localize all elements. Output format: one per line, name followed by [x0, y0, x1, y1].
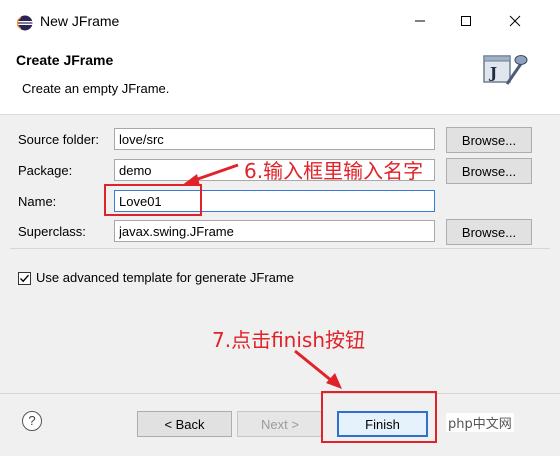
annotation-step6: 6.输入框里输入名字: [244, 159, 424, 183]
checkmark-icon: [20, 274, 30, 283]
page-description: Create an empty JFrame.: [22, 81, 170, 96]
jframe-wizard-icon: J: [483, 55, 528, 85]
page-title: Create JFrame: [16, 52, 114, 68]
superclass-browse-button[interactable]: Browse...: [446, 219, 532, 245]
svg-text:J: J: [488, 64, 497, 82]
title-bar: New JFrame: [0, 0, 560, 42]
close-button[interactable]: [492, 6, 538, 36]
superclass-label: Superclass:: [18, 224, 86, 239]
source-folder-label: Source folder:: [18, 132, 99, 147]
minimize-icon: [415, 20, 425, 22]
advanced-template-checkbox[interactable]: [18, 272, 31, 285]
finish-button[interactable]: Finish: [337, 411, 428, 437]
next-button[interactable]: Next >: [237, 411, 323, 437]
wizard-header: Create JFrame Create an empty JFrame. J: [0, 42, 560, 115]
package-browse-button[interactable]: Browse...: [446, 158, 532, 184]
name-label: Name:: [18, 194, 57, 209]
watermark: php中文网: [446, 413, 514, 432]
maximize-button[interactable]: [443, 6, 489, 36]
window-title: New JFrame: [40, 13, 120, 29]
superclass-input[interactable]: [114, 220, 435, 242]
minimize-button[interactable]: [397, 6, 443, 36]
annotation-step7: 7.点击finish按钮: [212, 328, 366, 352]
source-folder-input[interactable]: [114, 128, 435, 150]
advanced-template-label: Use advanced template for generate JFram…: [36, 270, 294, 285]
close-icon: [509, 15, 521, 27]
eclipse-logo-icon: [17, 15, 33, 31]
help-icon[interactable]: ?: [22, 411, 42, 431]
package-label: Package:: [18, 163, 73, 178]
maximize-icon: [461, 16, 471, 26]
back-button[interactable]: < Back: [137, 411, 232, 437]
separator: [10, 248, 550, 249]
name-input[interactable]: [114, 190, 435, 212]
source-folder-browse-button[interactable]: Browse...: [446, 127, 532, 153]
